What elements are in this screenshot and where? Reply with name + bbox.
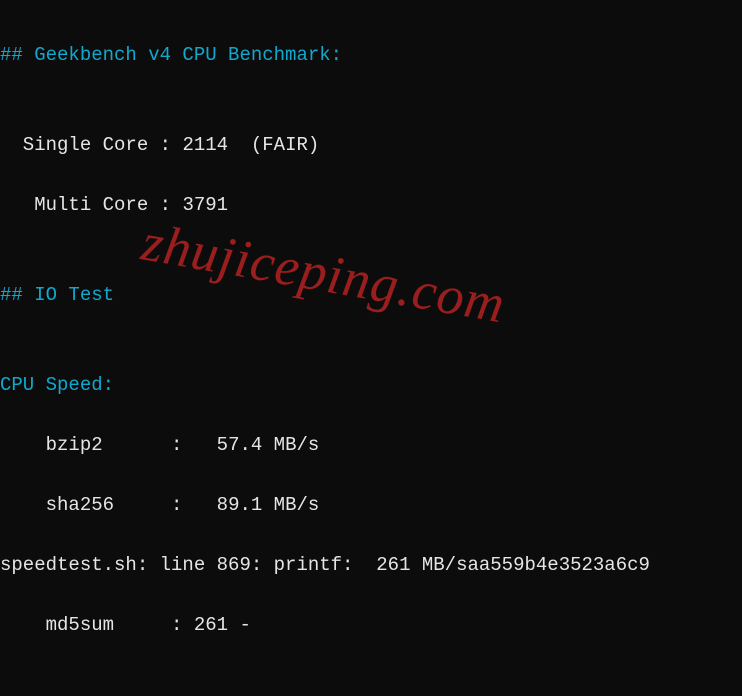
single-core-line: Single Core : 2114 (FAIR) [0, 130, 742, 160]
multi-core-line: Multi Core : 3791 [0, 190, 742, 220]
separator: : [160, 434, 194, 456]
single-core-value: 2114 (FAIR) [182, 134, 319, 156]
separator: : [148, 194, 182, 216]
io-test-header: ## IO Test [0, 280, 742, 310]
speedtest-error-line: speedtest.sh: line 869: printf: 261 MB/s… [0, 550, 742, 580]
terminal-output: ## Geekbench v4 CPU Benchmark: Single Co… [0, 0, 742, 696]
sha256-value: 89.1 MB/s [194, 494, 319, 516]
multi-core-label: Multi Core [0, 194, 148, 216]
bzip2-value: 57.4 MB/s [194, 434, 319, 456]
md5sum-value: 261 - [194, 614, 251, 636]
separator: : [160, 494, 194, 516]
single-core-label: Single Core [0, 134, 148, 156]
multi-core-value: 3791 [182, 194, 228, 216]
bzip2-line: bzip2 : 57.4 MB/s [0, 430, 742, 460]
bzip2-label: bzip2 [0, 434, 160, 456]
md5sum-line: md5sum : 261 - [0, 610, 742, 640]
separator: : [148, 134, 182, 156]
separator: : [160, 614, 194, 636]
cpu-speed-label: CPU Speed: [0, 370, 742, 400]
sha256-label: sha256 [0, 494, 160, 516]
geekbench-header: ## Geekbench v4 CPU Benchmark: [0, 40, 742, 70]
md5sum-label: md5sum [0, 614, 160, 636]
sha256-line: sha256 : 89.1 MB/s [0, 490, 742, 520]
